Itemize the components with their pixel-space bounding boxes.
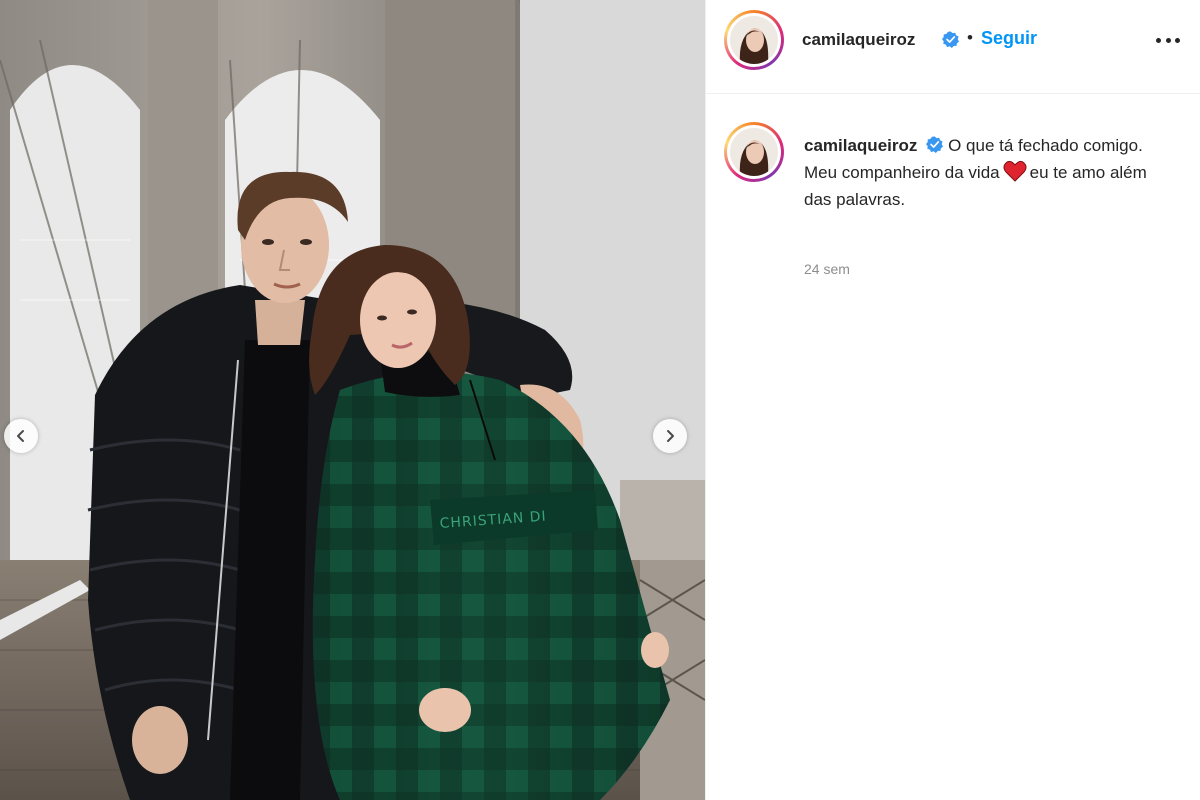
post-timestamp[interactable]: 24 sem [804,261,850,277]
caption-username[interactable]: camilaqueiroz [804,136,917,155]
post-photo[interactable]: CHRISTIAN DI [0,0,705,800]
chevron-left-icon [17,430,24,442]
caption-text: camilaqueiroz O que tá fechado comigo. M… [804,132,1164,213]
author-username[interactable]: camilaqueiroz [802,30,915,50]
avatar[interactable] [724,10,784,70]
carousel-prev-button[interactable] [4,419,38,453]
caption-line-2-start: Meu companheiro da vida [804,163,1000,182]
couple-on-bridge-photo: CHRISTIAN DI [0,0,705,800]
profile-photo-icon [730,16,778,64]
caption-line-1: O que tá fechado comigo. [948,136,1143,155]
carousel-next-button[interactable] [653,419,687,453]
separator-dot: • [967,28,973,47]
verified-badge-icon [926,136,944,153]
caption-avatar[interactable] [724,122,784,182]
verified-badge-icon [942,31,959,48]
more-options-icon[interactable] [1156,30,1180,50]
follow-button[interactable]: Seguir [981,28,1037,49]
post-sidebar: camilaqueiroz • Seguir camilaqueiroz O q… [706,0,1200,800]
profile-photo-icon [730,128,778,176]
chevron-right-icon [667,430,674,442]
red-heart-icon [1003,160,1027,182]
post-header: camilaqueiroz • Seguir [706,0,1200,94]
